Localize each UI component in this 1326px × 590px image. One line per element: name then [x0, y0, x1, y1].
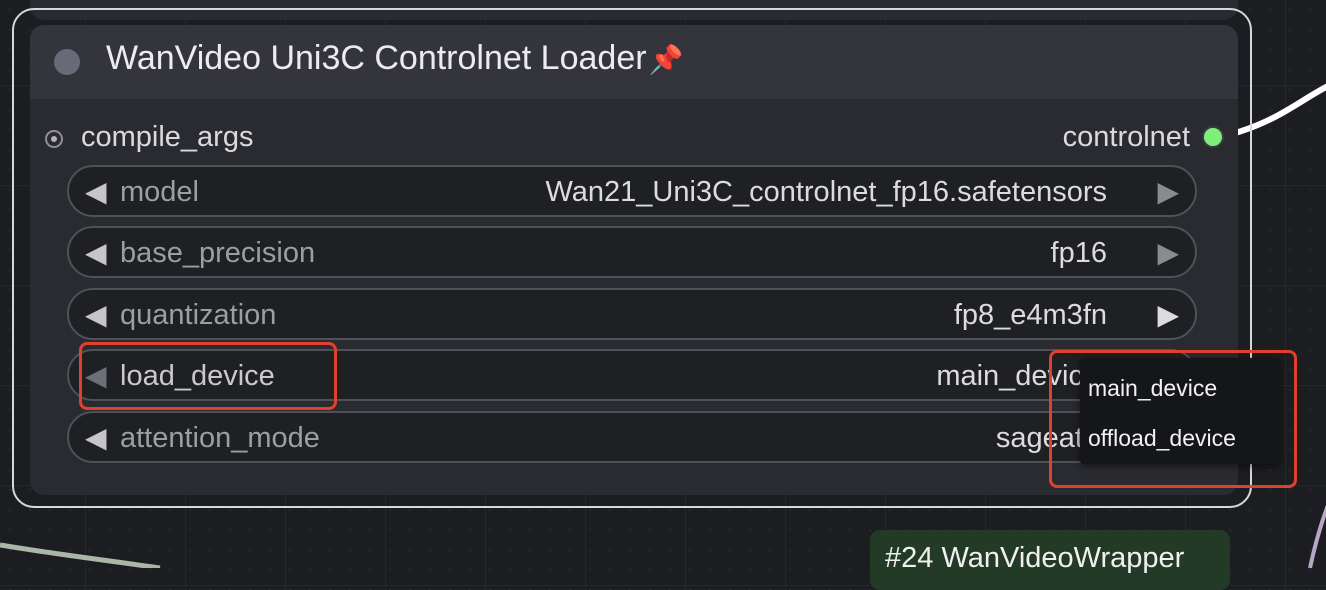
collapse-toggle-icon[interactable] [54, 49, 80, 75]
widget-quantization[interactable]: ◀ quantization fp8_e4m3fn ▶ [67, 288, 1197, 340]
widget-label: attention_mode [120, 422, 320, 454]
increment-arrow-icon[interactable]: ▶ [1157, 298, 1179, 331]
decrement-arrow-icon[interactable]: ◀ [85, 298, 107, 331]
decrement-arrow-icon[interactable]: ◀ [85, 175, 107, 208]
background-wire-right [1308, 504, 1326, 568]
widget-value[interactable]: fp16 [1051, 237, 1107, 270]
output-slot-controlnet-label: controlnet [1062, 121, 1190, 153]
input-slot-compile-args-label: compile_args [81, 121, 254, 153]
decrement-arrow-icon[interactable]: ◀ [85, 421, 107, 454]
background-wire-left [0, 542, 161, 568]
widget-attention-mode[interactable]: ◀ attention_mode sageat [67, 411, 1197, 463]
node-title-text: WanVideo Uni3C Controlnet Loader [106, 39, 647, 77]
output-slot-controlnet-icon[interactable] [1202, 126, 1224, 148]
node-title: WanVideo Uni3C Controlnet Loader📌 [106, 39, 683, 78]
node-badge-text: #24 WanVideoWrapper [885, 542, 1185, 574]
widget-value[interactable]: Wan21_Uni3C_controlnet_fp16.safetensors [545, 176, 1107, 209]
widget-model[interactable]: ◀ model Wan21_Uni3C_controlnet_fp16.safe… [67, 165, 1197, 217]
pin-icon[interactable]: 📌 [649, 44, 684, 75]
highlight-box-dropdown [1049, 350, 1297, 488]
input-slot-compile-args-icon[interactable] [45, 130, 63, 148]
widget-label: base_precision [120, 237, 316, 269]
slot-row: compile_args controlnet [30, 120, 1238, 160]
widget-label: quantization [120, 299, 277, 331]
widget-base-precision[interactable]: ◀ base_precision fp16 ▶ [67, 226, 1197, 278]
widget-label: model [120, 176, 199, 208]
highlight-box-load-device [79, 342, 337, 410]
decrement-arrow-icon[interactable]: ◀ [85, 236, 107, 269]
increment-arrow-icon[interactable]: ▶ [1157, 236, 1179, 269]
widget-value[interactable]: fp8_e4m3fn [954, 299, 1107, 332]
increment-arrow-icon[interactable]: ▶ [1157, 175, 1179, 208]
node-header[interactable]: WanVideo Uni3C Controlnet Loader📌 [30, 25, 1238, 99]
node-badge[interactable]: #24 WanVideoWrapper [870, 530, 1230, 590]
